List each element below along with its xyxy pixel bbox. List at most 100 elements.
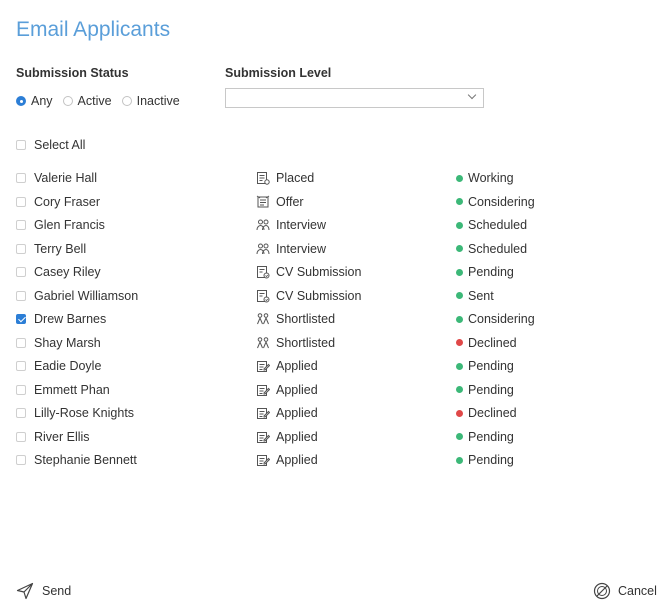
applicant-checkbox[interactable]: Glen Francis <box>16 218 105 232</box>
applicant-name: River Ellis <box>34 429 90 444</box>
submission-stage: Interview <box>256 242 326 256</box>
status-dot-icon <box>456 174 463 182</box>
status-badge: Declined <box>456 336 517 350</box>
stage-label: Applied <box>276 453 318 467</box>
submission-stage: Shortlisted <box>256 312 335 326</box>
status-label: Considering <box>468 194 535 209</box>
status-dot-icon <box>456 409 463 417</box>
checkbox-icon <box>16 455 26 465</box>
submission-level-select[interactable] <box>225 88 484 108</box>
status-badge: Considering <box>456 312 535 326</box>
status-dot-icon <box>456 433 463 440</box>
list-item: Drew Barnes Shortlisted Considering <box>16 308 656 332</box>
select-all-checkbox[interactable]: Select All <box>16 138 85 152</box>
chevron-down-icon <box>467 90 477 100</box>
checkbox-icon <box>16 408 26 418</box>
status-dot-icon <box>456 221 463 229</box>
radio-icon <box>16 96 26 106</box>
checkbox-icon <box>16 361 26 371</box>
cancel-label: Cancel <box>618 584 657 598</box>
status-badge: Working <box>456 171 514 185</box>
submission-stage: Applied <box>256 453 318 467</box>
status-badge: Scheduled <box>456 218 527 232</box>
list-item: Emmett Phan Applied Pending <box>16 379 656 403</box>
stage-label: Applied <box>276 359 318 373</box>
applicant-name: Gabriel Williamson <box>34 288 139 303</box>
applicant-name: Terry Bell <box>34 241 87 256</box>
submission-stage: Interview <box>256 218 326 232</box>
checkbox-icon <box>16 314 26 324</box>
checkbox-icon <box>16 290 26 301</box>
status-badge: Pending <box>456 359 514 373</box>
applied-icon <box>256 453 271 467</box>
list-item: Casey Riley CV Submission Pending <box>16 261 656 285</box>
applicant-name: Shay Marsh <box>34 335 101 350</box>
status-label: Considering <box>468 312 535 326</box>
stage-label: Offer <box>276 194 304 209</box>
stage-label: Shortlisted <box>276 335 336 350</box>
status-dot-icon <box>456 268 463 276</box>
radio-icon <box>62 96 73 106</box>
checkbox-icon <box>16 384 26 395</box>
shortlisted-icon <box>256 336 270 350</box>
checkbox-icon <box>16 243 26 254</box>
status-option-inactive[interactable]: Inactive <box>121 94 180 108</box>
status-label: Sent <box>468 288 494 303</box>
status-badge: Sent <box>456 289 494 303</box>
applicant-checkbox[interactable]: Eadie Doyle <box>16 359 101 373</box>
stage-label: Shortlisted <box>276 312 336 326</box>
submission-stage: Applied <box>256 430 318 444</box>
applicant-checkbox[interactable]: Drew Barnes <box>16 312 106 326</box>
submission-stage: Applied <box>256 383 318 397</box>
applicant-checkbox[interactable]: Gabriel Williamson <box>16 289 138 303</box>
applicant-name: Valerie Hall <box>34 171 97 185</box>
list-item: Gabriel Williamson CV Submission Sent <box>16 285 656 309</box>
applicant-checkbox[interactable]: River Ellis <box>16 430 90 444</box>
checkbox-icon <box>16 337 26 348</box>
status-badge: Scheduled <box>456 242 527 256</box>
applied-icon <box>256 406 271 420</box>
status-option-label: Active <box>77 94 112 108</box>
list-item: Glen Francis Interview Scheduled <box>16 214 656 238</box>
applied-icon <box>256 359 271 373</box>
applicant-checkbox[interactable]: Emmett Phan <box>16 383 110 397</box>
placed-icon <box>256 171 270 185</box>
applicant-checkbox[interactable]: Casey Riley <box>16 265 101 279</box>
status-dot-icon <box>456 362 463 370</box>
send-button[interactable]: Send <box>16 582 71 600</box>
status-label: Pending <box>468 382 514 397</box>
status-option-active[interactable]: Active <box>62 94 112 108</box>
status-badge: Pending <box>456 383 514 397</box>
applicant-checkbox[interactable]: Stephanie Bennett <box>16 453 137 467</box>
applicant-name: Cory Fraser <box>34 194 100 209</box>
status-dot-icon <box>456 292 463 299</box>
interview-icon <box>256 218 270 232</box>
status-option-any[interactable]: Any <box>16 94 53 108</box>
submission-stage: Placed <box>256 171 314 185</box>
applicant-name: Casey Riley <box>34 265 101 279</box>
status-label: Pending <box>468 429 514 444</box>
applied-icon <box>256 383 271 397</box>
status-badge: Considering <box>456 195 535 209</box>
applicant-checkbox[interactable]: Lilly-Rose Knights <box>16 406 134 420</box>
checkbox-icon <box>16 173 26 183</box>
interview-icon <box>256 242 270 256</box>
status-badge: Pending <box>456 265 514 279</box>
applicant-checkbox[interactable]: Shay Marsh <box>16 336 101 350</box>
applicant-checkbox[interactable]: Cory Fraser <box>16 195 100 209</box>
applicant-name: Emmett Phan <box>34 382 110 397</box>
status-dot-icon <box>456 456 463 464</box>
cancel-icon <box>593 582 611 600</box>
cv-submission-icon <box>256 289 270 303</box>
applicant-checkbox[interactable]: Valerie Hall <box>16 171 97 185</box>
status-badge: Pending <box>456 453 514 467</box>
cancel-button[interactable]: Cancel <box>593 582 657 600</box>
status-label: Declined <box>468 406 517 420</box>
stage-label: Interview <box>276 218 327 232</box>
applicant-checkbox[interactable]: Terry Bell <box>16 242 86 256</box>
cv-submission-icon <box>256 265 270 279</box>
select-all-label: Select All <box>34 138 86 152</box>
list-item: Lilly-Rose Knights Applied Declined <box>16 402 656 426</box>
status-dot-icon <box>456 245 463 252</box>
submission-status-label: Submission Status <box>16 66 129 80</box>
